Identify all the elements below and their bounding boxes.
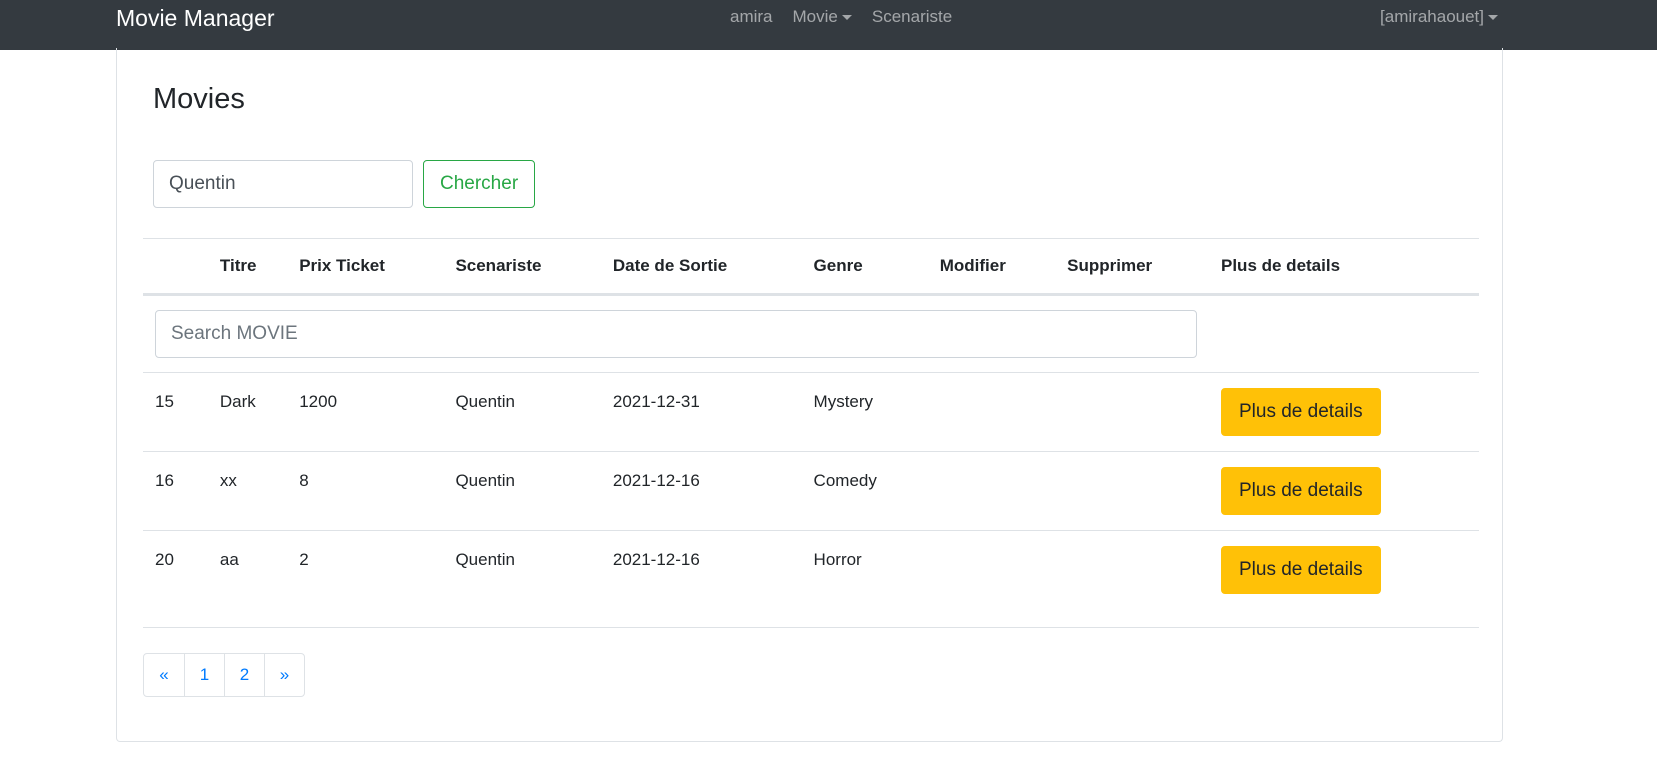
cell-scenariste-text: Quentin (455, 471, 515, 490)
cell-prix-text: 2 (299, 550, 309, 569)
cell-modifier (927, 451, 1056, 531)
cell-titre: aa (207, 530, 288, 610)
movies-table: Titre Prix Ticket Scenariste Date de Sor… (143, 238, 1479, 610)
col-header-genre: Genre (801, 238, 928, 296)
table-header-row: Titre Prix Ticket Scenariste Date de Sor… (143, 238, 1479, 296)
cell-scenariste-text: Quentin (455, 392, 515, 411)
cell-titre: xx (207, 451, 288, 531)
col-header-scenariste: Scenariste (443, 238, 601, 296)
movies-table-wrapper: Titre Prix Ticket Scenariste Date de Sor… (143, 238, 1479, 628)
nav-link-scenariste[interactable]: Scenariste (862, 6, 962, 28)
details-button[interactable]: Plus de details (1221, 388, 1381, 436)
cell-date: 2021-12-16 (600, 530, 802, 610)
cell-date: 2021-12-31 (600, 372, 802, 452)
cell-id-text: 16 (155, 471, 174, 490)
cell-genre-text: Mystery (813, 392, 874, 411)
chevron-down-icon (1488, 14, 1498, 20)
search-input[interactable] (153, 160, 413, 208)
cell-prix-text: 8 (299, 471, 309, 490)
cell-date-text: 2021-12-31 (612, 392, 700, 411)
nav-dropdown-movie[interactable]: Movie (783, 6, 862, 28)
nav-menu: amira Movie Scenariste (720, 6, 962, 28)
table-body: 15 Dark 1200 Quentin 2021-12-31 Mystery … (143, 295, 1479, 610)
pagination-page-2[interactable]: 2 (224, 654, 264, 696)
user-dropdown-label: [amirahaouet] (1380, 7, 1484, 26)
table-row: 20 aa 2 Quentin 2021-12-16 Horror Plus d… (143, 530, 1479, 610)
navbar: Movie Manager amira Movie Scenariste [am… (0, 0, 1657, 50)
search-form: Chercher (153, 160, 536, 208)
nav-link-scenariste-label: Scenariste (871, 7, 953, 26)
cell-titre: Dark (207, 372, 288, 452)
cell-details: Plus de details (1209, 372, 1479, 452)
nav-link-amira[interactable]: amira (720, 6, 783, 28)
page-title: Movies (153, 83, 245, 115)
pagination-prev[interactable]: « (144, 654, 184, 696)
nav-dropdown-movie-label: Movie (792, 7, 838, 26)
cell-supprimer (1055, 451, 1209, 531)
cell-id: 15 (143, 372, 208, 452)
col-header-titre: Titre (207, 238, 288, 296)
cell-id-text: 20 (155, 550, 174, 569)
cell-prix-text: 1200 (299, 392, 338, 411)
cell-scenariste: Quentin (443, 451, 601, 531)
col-header-prix: Prix Ticket (287, 238, 444, 296)
cell-prix: 2 (287, 530, 444, 610)
filter-cell (143, 295, 1209, 373)
pagination: « 1 2 » (143, 653, 305, 697)
table-row: 16 xx 8 Quentin 2021-12-16 Comedy Plus d… (143, 451, 1479, 531)
filter-empty-cell (1209, 295, 1479, 373)
cell-scenariste-text: Quentin (455, 550, 515, 569)
col-header-id (143, 238, 208, 296)
cell-id: 20 (143, 530, 208, 610)
col-header-supprimer: Supprimer (1055, 238, 1209, 296)
search-button[interactable]: Chercher (423, 160, 536, 208)
cell-genre: Comedy (801, 451, 928, 531)
details-button[interactable]: Plus de details (1221, 467, 1381, 515)
chevron-down-icon (841, 14, 852, 20)
cell-titre-text: Dark (219, 392, 256, 411)
cell-date-text: 2021-12-16 (612, 471, 700, 490)
user-menu: [amirahaouet] (1370, 6, 1508, 28)
cell-supprimer (1055, 530, 1209, 610)
col-header-modifier: Modifier (927, 238, 1056, 296)
pagination-page-1[interactable]: 1 (184, 654, 224, 696)
cell-genre-text: Horror (813, 550, 862, 569)
movies-card: Movies Chercher Titre Prix Ticket Scenar… (116, 48, 1503, 742)
col-header-date: Date de Sortie (600, 238, 802, 296)
table-bottom-border (143, 610, 1479, 628)
pagination-next[interactable]: » (264, 654, 304, 696)
filter-row (143, 295, 1479, 373)
cell-scenariste: Quentin (443, 372, 601, 452)
cell-date: 2021-12-16 (600, 451, 802, 531)
cell-details: Plus de details (1209, 451, 1479, 531)
cell-genre: Mystery (801, 372, 928, 452)
nav-link-amira-label: amira (730, 7, 773, 26)
col-header-details: Plus de details (1209, 238, 1479, 296)
cell-id: 16 (143, 451, 208, 531)
cell-prix: 8 (287, 451, 444, 531)
cell-genre-text: Comedy (813, 471, 877, 490)
cell-modifier (927, 530, 1056, 610)
brand-link[interactable]: Movie Manager (116, 4, 275, 32)
user-dropdown[interactable]: [amirahaouet] (1370, 6, 1508, 28)
table-header: Titre Prix Ticket Scenariste Date de Sor… (143, 238, 1479, 296)
movie-filter-input[interactable] (155, 310, 1197, 358)
cell-scenariste: Quentin (443, 530, 601, 610)
cell-id-text: 15 (155, 392, 174, 411)
cell-genre: Horror (801, 530, 928, 610)
cell-titre-text: xx (219, 471, 237, 490)
cell-prix: 1200 (287, 372, 444, 452)
cell-titre-text: aa (219, 550, 239, 569)
cell-modifier (927, 372, 1056, 452)
cell-supprimer (1055, 372, 1209, 452)
table-row: 15 Dark 1200 Quentin 2021-12-31 Mystery … (143, 372, 1479, 452)
cell-details: Plus de details (1209, 530, 1479, 610)
cell-date-text: 2021-12-16 (612, 550, 700, 569)
details-button[interactable]: Plus de details (1221, 546, 1381, 594)
